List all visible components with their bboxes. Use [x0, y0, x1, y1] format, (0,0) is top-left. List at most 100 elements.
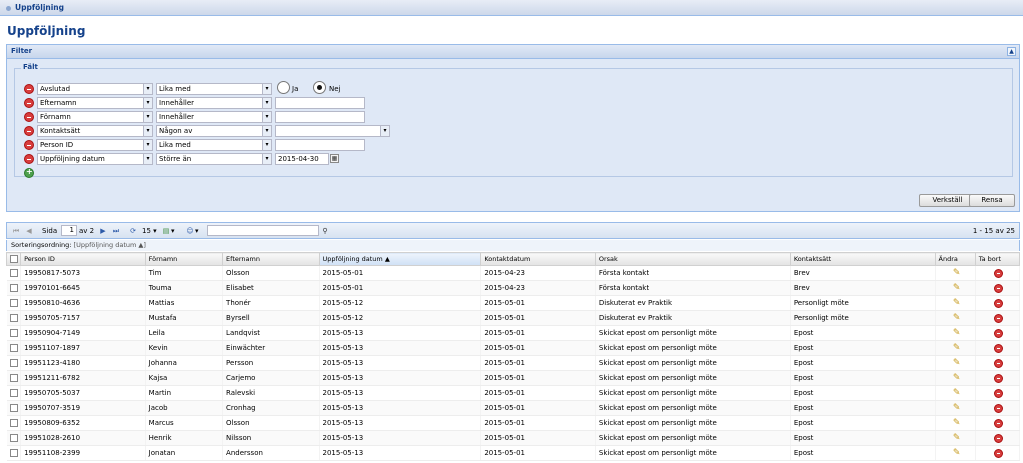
table-row[interactable]: 19950705-7157 Mustafa Byrsell 2015-05-12 201…: [6, 310, 1021, 326]
operator-select[interactable]: Någon av ▾: [156, 125, 272, 137]
calendar-icon[interactable]: ▦: [330, 154, 339, 163]
select-all-checkbox[interactable]: [5, 252, 22, 266]
col-header[interactable]: Efternamn: [222, 252, 320, 266]
apply-button[interactable]: Verkställ: [919, 194, 976, 207]
row-checkbox[interactable]: [6, 325, 22, 341]
delete-icon[interactable]: [975, 370, 1021, 386]
col-header[interactable]: Person ID: [20, 252, 146, 266]
chevron-down-icon[interactable]: ▾: [143, 126, 152, 136]
remove-filter-icon[interactable]: [24, 154, 34, 164]
field-select[interactable]: Förnamn ▾: [37, 111, 153, 123]
operator-select[interactable]: Lika med ▾: [156, 139, 272, 151]
delete-icon[interactable]: [975, 325, 1021, 341]
last-page-icon[interactable]: ⏭: [112, 227, 120, 235]
delete-icon[interactable]: [975, 385, 1021, 401]
delete-icon[interactable]: [975, 355, 1021, 371]
sort-chip[interactable]: [Uppföljning datum ▲]: [74, 241, 146, 249]
edit-icon[interactable]: ✎: [935, 445, 976, 461]
field-select[interactable]: Uppföljning datum ▾: [37, 153, 153, 165]
chevron-down-icon[interactable]: ▾: [262, 112, 271, 122]
value-input[interactable]: [275, 111, 365, 123]
edit-icon[interactable]: ✎: [935, 385, 976, 401]
row-checkbox[interactable]: [6, 370, 22, 386]
table-row[interactable]: 19950810-4636 Mattias Thonér 2015-05-12 2015…: [6, 295, 1021, 311]
row-checkbox[interactable]: [6, 385, 22, 401]
row-checkbox[interactable]: [6, 445, 22, 461]
row-checkbox[interactable]: [6, 355, 22, 371]
row-checkbox[interactable]: [6, 340, 22, 356]
row-checkbox[interactable]: [6, 415, 22, 431]
field-select[interactable]: Efternamn ▾: [37, 97, 153, 109]
chevron-down-icon[interactable]: ▾: [262, 126, 271, 136]
row-checkbox[interactable]: [6, 280, 22, 296]
chevron-down-icon[interactable]: ▾: [143, 140, 152, 150]
col-header-sorted[interactable]: Uppföljning datum ▲: [318, 252, 482, 266]
field-select[interactable]: Kontaktsätt ▾: [37, 125, 153, 137]
col-header[interactable]: Förnamn: [144, 252, 224, 266]
refresh-icon[interactable]: ⟳: [129, 227, 137, 235]
row-checkbox[interactable]: [6, 430, 22, 446]
table-row[interactable]: 19950817-5073 Tim Olsson 2015-05-01 2015-04-…: [6, 265, 1021, 281]
value-select[interactable]: ▾: [275, 125, 390, 137]
col-header[interactable]: Kontaktdatum: [480, 252, 596, 266]
radio-yes[interactable]: [277, 81, 290, 94]
filter-header[interactable]: Filter ▲: [7, 45, 1019, 59]
delete-icon[interactable]: [975, 310, 1021, 326]
chevron-down-icon[interactable]: ▾: [143, 154, 152, 164]
delete-icon[interactable]: [975, 265, 1021, 281]
table-row[interactable]: 19950809-6352 Marcus Olsson 2015-05-13 2015-…: [6, 415, 1021, 431]
chevron-down-icon[interactable]: ▾: [262, 140, 271, 150]
delete-icon[interactable]: [975, 415, 1021, 431]
chevron-down-icon[interactable]: ▾: [143, 112, 152, 122]
chevron-down-icon[interactable]: ▾: [262, 154, 271, 164]
edit-icon[interactable]: ✎: [935, 280, 976, 296]
col-header[interactable]: Kontaktsätt: [789, 252, 936, 266]
edit-icon[interactable]: ✎: [935, 370, 976, 386]
chevron-down-icon[interactable]: ▾: [143, 98, 152, 108]
prev-page-icon[interactable]: ◀: [25, 227, 33, 235]
delete-icon[interactable]: [975, 340, 1021, 356]
delete-icon[interactable]: [975, 280, 1021, 296]
edit-icon[interactable]: ✎: [935, 295, 976, 311]
table-row[interactable]: 19950707-3519 Jacob Cronhag 2015-05-13 2015-…: [6, 400, 1021, 416]
remove-filter-icon[interactable]: [24, 126, 34, 136]
add-filter-icon[interactable]: [24, 167, 34, 178]
page-input[interactable]: 1: [61, 225, 77, 236]
value-input[interactable]: [275, 139, 365, 151]
edit-icon[interactable]: ✎: [935, 265, 976, 281]
search-input[interactable]: [207, 225, 319, 236]
edit-icon[interactable]: ✎: [935, 400, 976, 416]
chevron-down-icon[interactable]: ▾: [262, 84, 271, 94]
chevron-down-icon[interactable]: ▾: [195, 227, 199, 235]
delete-icon[interactable]: [975, 295, 1021, 311]
next-page-icon[interactable]: ▶: [99, 227, 107, 235]
edit-icon[interactable]: ✎: [935, 430, 976, 446]
edit-icon[interactable]: ✎: [935, 340, 976, 356]
delete-icon[interactable]: [975, 400, 1021, 416]
field-select[interactable]: Avslutad ▾: [37, 83, 153, 95]
date-input[interactable]: 2015-04-30: [275, 153, 329, 165]
tab-uppfoljning[interactable]: Uppföljning: [6, 3, 64, 12]
row-checkbox[interactable]: [6, 400, 22, 416]
table-row[interactable]: 19970101-6645 Touma Elisabet 2015-05-01 2015…: [6, 280, 1021, 296]
table-row[interactable]: 19951107-1897 Kevin Einwächter 2015-05-13 20…: [6, 340, 1021, 356]
page-size-select[interactable]: 15 ▾: [142, 227, 157, 235]
export-icon[interactable]: ▤: [162, 227, 170, 235]
operator-select[interactable]: Innehåller ▾: [156, 97, 272, 109]
remove-filter-icon[interactable]: [24, 84, 34, 94]
table-row[interactable]: 19951028-2610 Henrik Nilsson 2015-05-13 2015…: [6, 430, 1021, 446]
chevron-down-icon[interactable]: ▾: [262, 98, 271, 108]
chevron-down-icon[interactable]: ▾: [380, 126, 389, 136]
value-input[interactable]: [275, 97, 365, 109]
row-checkbox[interactable]: [6, 265, 22, 281]
remove-filter-icon[interactable]: [24, 112, 34, 122]
remove-filter-icon[interactable]: [24, 140, 34, 150]
row-checkbox[interactable]: [6, 295, 22, 311]
table-row[interactable]: 19951211-6782 Kajsa Carjemo 2015-05-13 2015-…: [6, 370, 1021, 386]
delete-icon[interactable]: [975, 430, 1021, 446]
remove-filter-icon[interactable]: [24, 98, 34, 108]
operator-select[interactable]: Innehåller ▾: [156, 111, 272, 123]
clear-button[interactable]: Rensa: [969, 194, 1015, 207]
table-row[interactable]: 19951123-4180 Johanna Persson 2015-05-13 201…: [6, 355, 1021, 371]
table-row[interactable]: 19950904-7149 Leila Landqvist 2015-05-13 201…: [6, 325, 1021, 341]
